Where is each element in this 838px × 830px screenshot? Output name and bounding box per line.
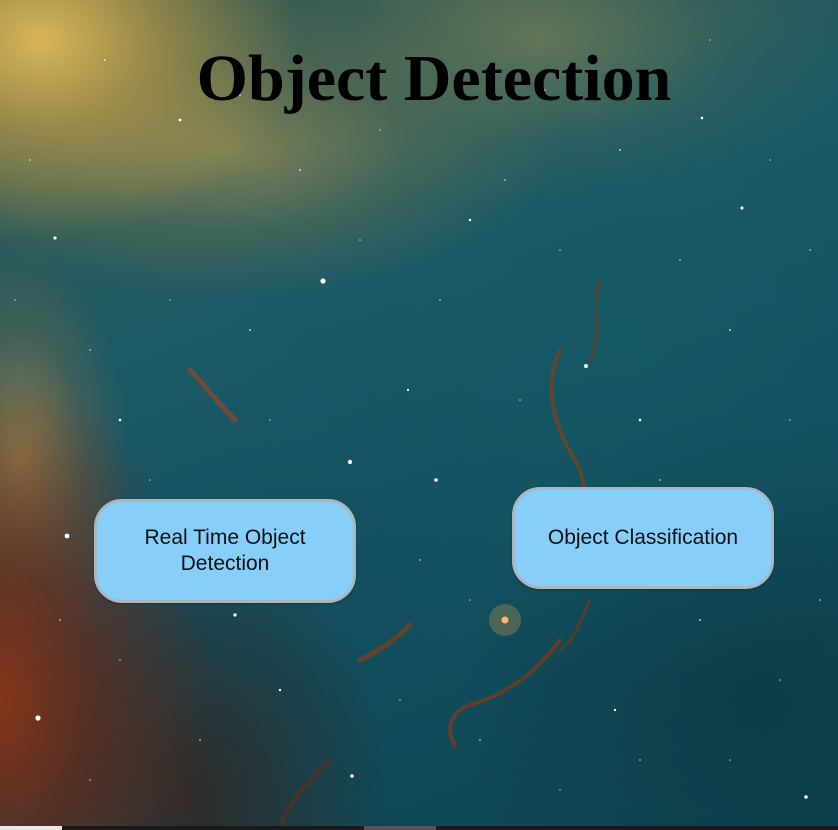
bottom-edge-segment [364, 826, 436, 830]
starfield [14, 39, 821, 828]
page-title: Object Detection [196, 42, 672, 115]
real-time-object-detection-button[interactable]: Real Time Object Detection [94, 499, 356, 603]
nebula-background [0, 0, 838, 830]
bottom-edge-segment [0, 826, 62, 830]
object-classification-button[interactable]: Object Classification [512, 487, 774, 589]
window-bottom-edge [0, 826, 838, 830]
